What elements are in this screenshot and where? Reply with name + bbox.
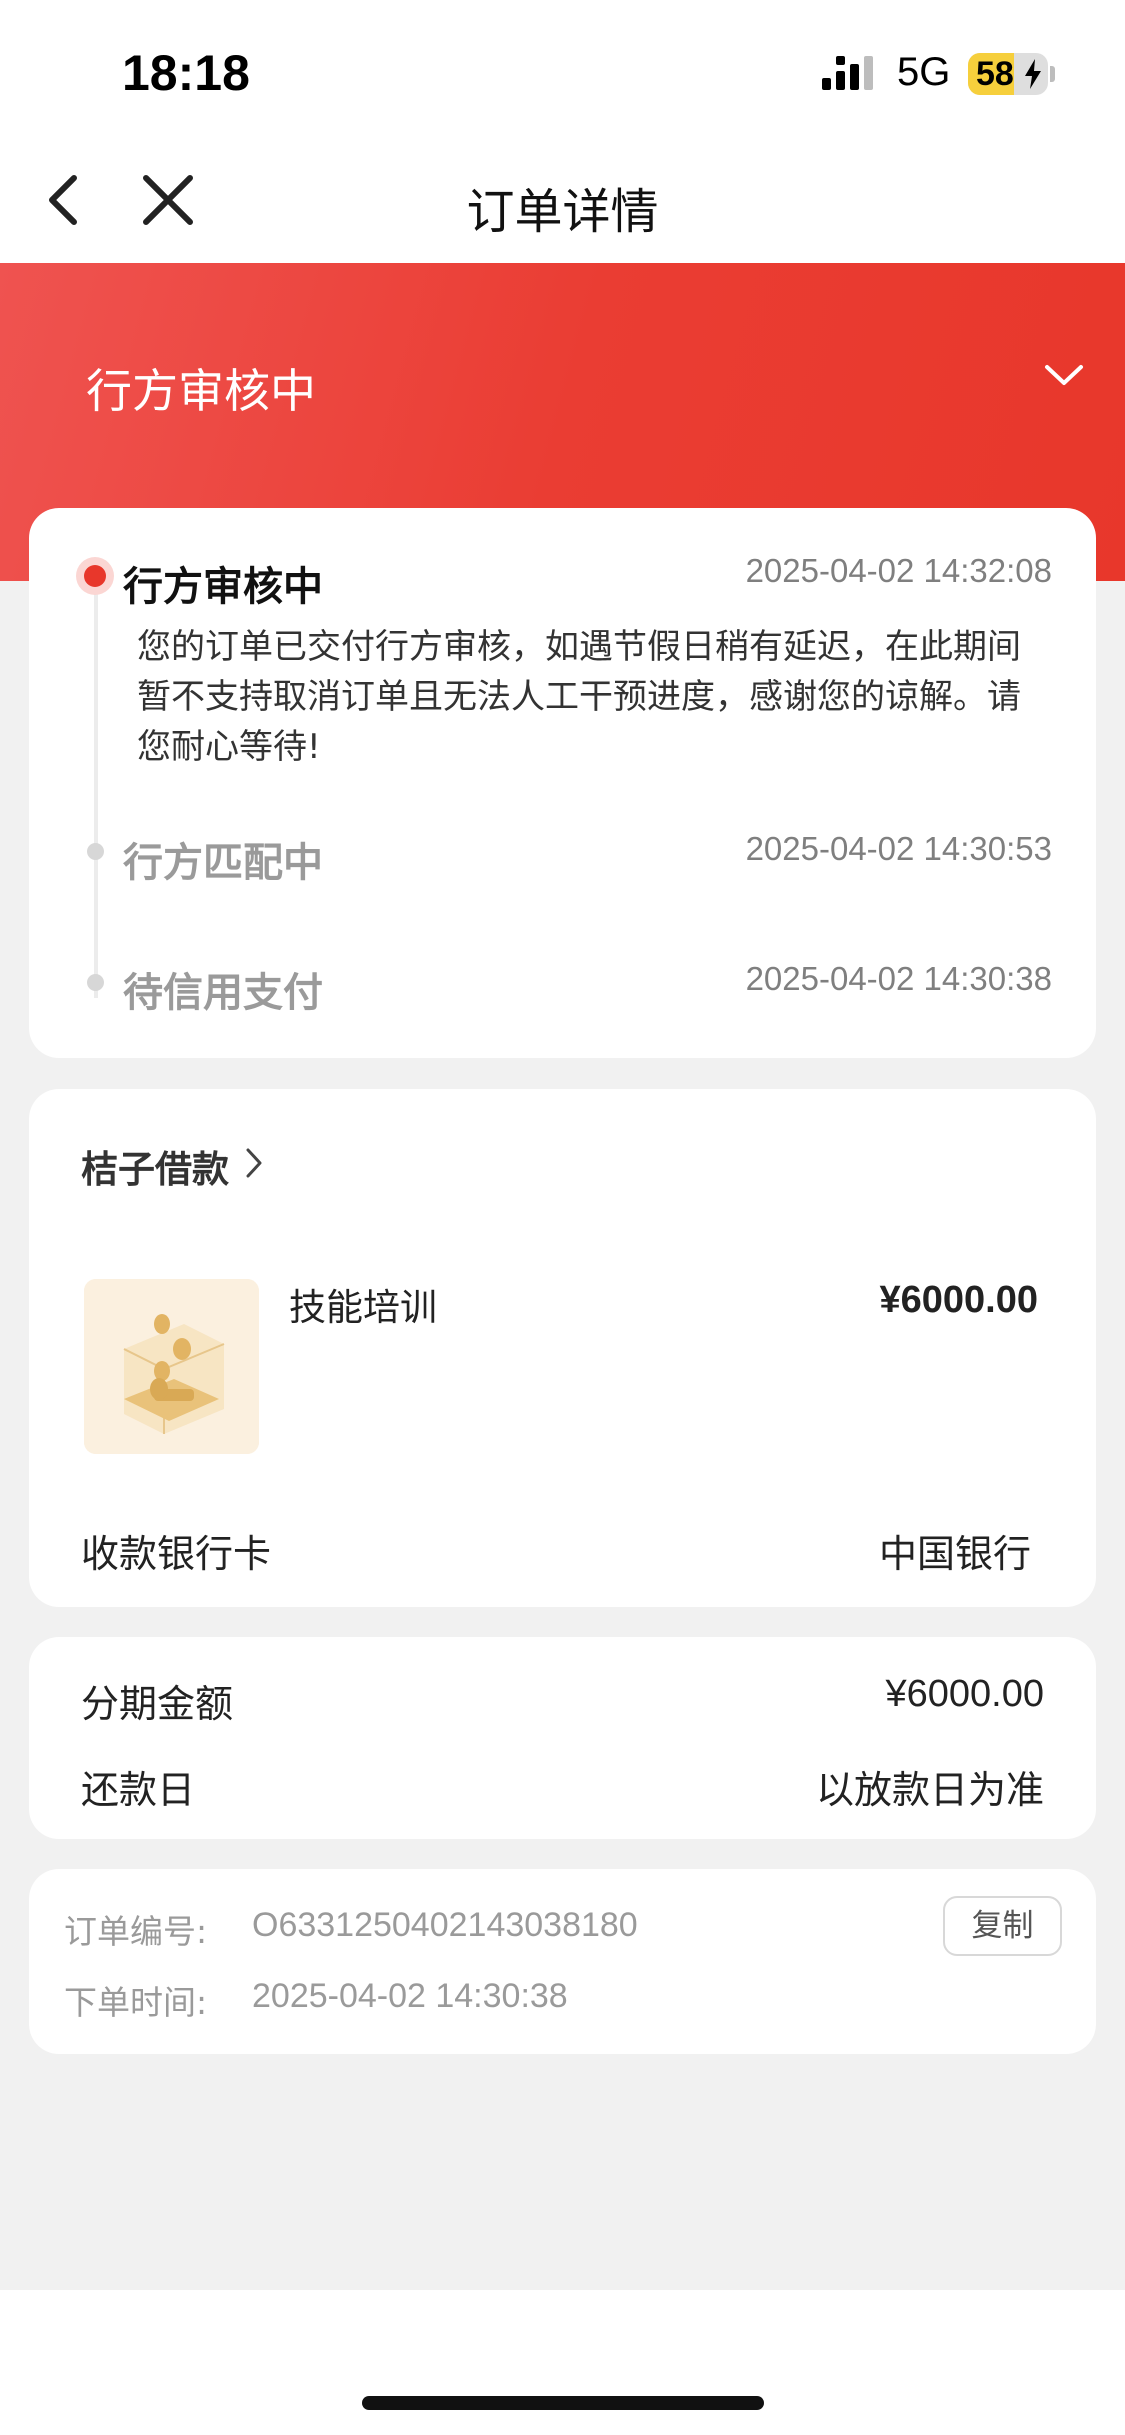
timeline-dot-active — [76, 557, 114, 595]
nav-bar: 订单详情 — [0, 150, 1125, 263]
product-card: 桔子借款 技能培训 ¥6000.00 收款银行卡 中国银行 — [29, 1089, 1096, 1607]
bank-card-value: 中国银行 — [878, 1532, 1031, 1576]
order-number-label: 订单编号: — [64, 1912, 208, 1951]
order-number-value: O6331250402143038180 — [252, 1906, 638, 1944]
chevron-right-icon[interactable] — [244, 1146, 264, 1180]
step-description-line: 您的订单已交付行方审核，如遇节假日稍有延迟，在此期间 — [137, 627, 1021, 667]
step-description: 您的订单已交付行方审核，如遇节假日稍有延迟，在此期间 暂不支持取消订单且无法人工… — [137, 622, 1077, 772]
product-image — [84, 1279, 259, 1454]
step-label: 待信用支付 — [123, 970, 323, 1016]
bank-card-label: 收款银行卡 — [81, 1532, 272, 1576]
signal-icon — [822, 56, 873, 90]
timeline-line — [94, 578, 98, 998]
coin-box-icon — [84, 1279, 259, 1454]
installment-amount-label: 分期金额 — [81, 1682, 234, 1726]
step-time: 2025-04-02 14:30:38 — [745, 960, 1052, 997]
status-bar: 18:18 5G 58 — [0, 0, 1125, 150]
step-time: 2025-04-02 14:30:53 — [745, 830, 1052, 867]
step-label: 行方审核中 — [123, 564, 323, 610]
step-description-line: 您耐心等待! — [137, 727, 321, 767]
page-title: 订单详情 — [466, 184, 659, 240]
repayment-day-label: 还款日 — [81, 1768, 196, 1812]
battery-cap — [1050, 66, 1055, 82]
bottom-safe-area — [0, 2290, 1125, 2435]
timeline-dot — [87, 974, 104, 991]
product-price: ¥6000.00 — [879, 1279, 1039, 1321]
network-type: 5G — [897, 50, 951, 94]
status-time: 18:18 — [122, 45, 250, 101]
installment-card: 分期金额 ¥6000.00 还款日 以放款日为准 — [29, 1637, 1096, 1839]
battery-percent: 58 — [976, 55, 1014, 93]
progress-card: 行方审核中 2025-04-02 14:32:08 您的订单已交付行方审核，如遇… — [29, 508, 1096, 1058]
order-info-card: 订单编号: O6331250402143038180 复制 下单时间: 2025… — [29, 1869, 1096, 2054]
copy-button[interactable]: 复制 — [943, 1896, 1062, 1956]
installment-amount-value: ¥6000.00 — [885, 1673, 1045, 1715]
battery-icon: 58 — [968, 53, 1048, 95]
step-time: 2025-04-02 14:32:08 — [745, 552, 1052, 589]
charging-bolt-icon — [1025, 59, 1041, 89]
step-description-line: 暂不支持取消订单且无法人工干预进度，感谢您的谅解。请 — [137, 677, 1021, 717]
timeline-dot — [87, 843, 104, 860]
chevron-down-icon[interactable] — [1044, 363, 1084, 387]
home-indicator[interactable] — [362, 2396, 764, 2410]
order-time-label: 下单时间: — [64, 1983, 208, 2022]
repayment-day-value: 以放款日为准 — [815, 1768, 1044, 1812]
banner-status-title: 行方审核中 — [86, 364, 316, 418]
order-time-value: 2025-04-02 14:30:38 — [252, 1977, 568, 2015]
product-name: 技能培训 — [289, 1286, 437, 1329]
merchant-name[interactable]: 桔子借款 — [81, 1139, 229, 1193]
step-label: 行方匹配中 — [123, 840, 323, 886]
